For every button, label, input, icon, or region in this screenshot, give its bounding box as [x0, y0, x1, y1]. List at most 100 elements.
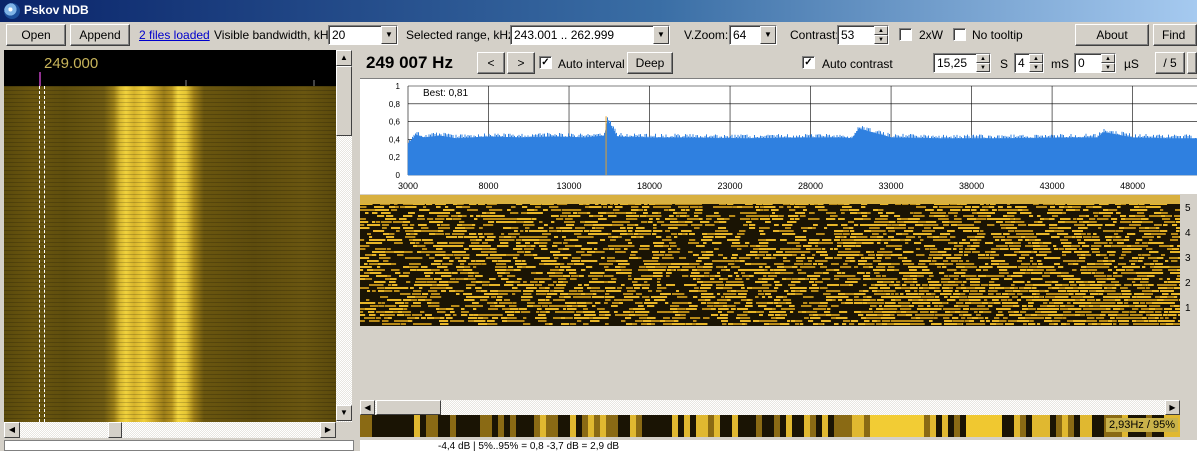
left-frequency-cursor[interactable] — [39, 86, 45, 422]
auto-contrast-checkbox[interactable]: ✓ — [802, 56, 815, 69]
waterfall-pixel — [1113, 314, 1118, 316]
spin-down-icon[interactable]: ▼ — [976, 63, 990, 72]
color-bar-stripe — [420, 415, 426, 437]
waterfall-pixel — [652, 257, 660, 259]
waterfall-pixel — [769, 278, 775, 280]
waterfall-pixel — [992, 320, 1000, 322]
color-bar-stripe — [642, 415, 648, 437]
waterfall-pixel — [376, 275, 388, 277]
waterfall-pixel — [626, 218, 638, 220]
waterfall-pixel — [587, 260, 598, 262]
waterfall-pixel — [977, 239, 982, 241]
waterfall-pixel — [451, 245, 460, 247]
spin-down-icon[interactable]: ▼ — [874, 35, 888, 44]
vzoom-select[interactable]: 64 ▼ — [729, 25, 777, 45]
spin-up-icon[interactable]: ▲ — [976, 54, 990, 63]
chevron-down-icon[interactable]: ▼ — [381, 26, 397, 44]
waterfall-pixel — [461, 233, 465, 235]
extra-button[interactable] — [1187, 52, 1197, 74]
waterfall-pixel — [1093, 320, 1097, 322]
seconds-spinner[interactable]: 15,25 ▲ ▼ — [933, 53, 991, 73]
next-button[interactable]: > — [507, 52, 535, 74]
files-loaded-link[interactable]: 2 files loaded — [139, 28, 210, 42]
waterfall-pixel — [416, 293, 422, 295]
waterfall-pixel — [1090, 239, 1101, 241]
spin-down-icon[interactable]: ▼ — [1101, 63, 1115, 72]
visible-bandwidth-select[interactable]: 20 ▼ — [328, 25, 398, 45]
append-button[interactable]: Append — [70, 24, 130, 46]
waterfall-pixel — [590, 230, 602, 232]
scroll-left-icon[interactable]: ◀ — [360, 400, 375, 415]
waterfall-pixel — [1164, 308, 1169, 310]
waterfall-pixel — [425, 299, 432, 301]
waterfall-pixel — [682, 233, 686, 235]
waterfall-pixel — [718, 227, 727, 229]
waterfall-pixel — [560, 263, 565, 265]
waterfall-pixel — [1138, 260, 1143, 262]
waterfall-pixel — [943, 290, 953, 292]
waterfall-pixel — [1049, 218, 1055, 220]
waterfall-pixel — [711, 308, 716, 310]
scroll-right-icon[interactable]: ▶ — [320, 422, 336, 438]
scroll-up-icon[interactable]: ▲ — [336, 50, 352, 66]
chevron-down-icon[interactable]: ▼ — [760, 26, 776, 44]
left-horizontal-scroll-thumb[interactable] — [108, 422, 122, 438]
selected-range-select[interactable]: 243.001 .. 262.999 ▼ — [510, 25, 670, 45]
ms-spinner[interactable]: 4 ▲ ▼ — [1014, 53, 1044, 73]
spin-up-icon[interactable]: ▲ — [1029, 54, 1043, 63]
waterfall-pixel — [718, 311, 722, 313]
prev-button[interactable]: < — [477, 52, 505, 74]
about-button[interactable]: About — [1075, 24, 1149, 46]
waterfall-pixel — [445, 233, 451, 235]
waterfall-pixel — [456, 293, 460, 295]
divide-by-5-button[interactable]: / 5 — [1155, 52, 1185, 74]
waterfall-pixel — [980, 287, 986, 289]
waterfall-pixel — [1137, 287, 1146, 289]
scroll-right-icon[interactable]: ▶ — [1165, 400, 1180, 415]
auto-interval-checkbox[interactable]: ✓ — [539, 56, 552, 69]
color-bar-stripe — [1002, 415, 1008, 437]
no-tooltip-checkbox[interactable] — [953, 28, 966, 41]
waterfall-pixel — [676, 215, 680, 217]
waterfall-pixel — [445, 206, 449, 208]
spin-down-icon[interactable]: ▼ — [1029, 63, 1043, 72]
spectrum-chart[interactable]: 10,80,60,40,203000 8000 13000 18000 23000 280… — [360, 79, 1197, 195]
right-horizontal-scrollbar[interactable] — [360, 400, 1180, 415]
best-label: Best: 0,81 — [423, 88, 468, 99]
waterfall-pixel — [618, 236, 622, 238]
waterfall-pixel — [385, 251, 396, 253]
chevron-down-icon[interactable]: ▼ — [653, 26, 669, 44]
waterfall-pixel — [360, 239, 365, 241]
waterfall-pixel — [661, 299, 666, 301]
deep-button[interactable]: Deep — [627, 52, 673, 74]
left-horizontal-scrollbar[interactable] — [4, 422, 336, 438]
left-waterfall[interactable] — [4, 86, 336, 422]
spin-up-icon[interactable]: ▲ — [874, 26, 888, 35]
waterfall-pixel — [943, 317, 950, 319]
waterfall-pixel — [715, 275, 721, 277]
find-known-button[interactable]: Find kn — [1153, 24, 1197, 46]
waterfall-pixel — [507, 320, 517, 322]
waterfall-pixel — [970, 308, 979, 310]
left-vertical-scroll-thumb[interactable] — [336, 66, 352, 136]
waterfall-pixel — [938, 251, 947, 253]
contrast-spinner[interactable]: 53 ▲ ▼ — [837, 25, 889, 45]
waterfall-pixel — [1080, 290, 1089, 292]
axis-tick: 1 — [1185, 303, 1191, 314]
us-spinner[interactable]: 0 ▲ ▼ — [1074, 53, 1116, 73]
scroll-left-icon[interactable]: ◀ — [4, 422, 20, 438]
scroll-down-icon[interactable]: ▼ — [336, 405, 352, 421]
open-button[interactable]: Open — [6, 24, 66, 46]
waterfall-pixel — [575, 215, 581, 217]
waterfall-pixel — [403, 272, 410, 274]
right-horizontal-scroll-thumb[interactable] — [376, 400, 441, 415]
waterfall-pixel — [391, 263, 397, 265]
waterfall-pixel — [966, 260, 970, 262]
waterfall-pixel — [619, 302, 623, 304]
twoxw-checkbox[interactable] — [899, 28, 912, 41]
waterfall-pixel — [1066, 251, 1072, 253]
right-waterfall[interactable] — [360, 195, 1189, 326]
spin-up-icon[interactable]: ▲ — [1101, 54, 1115, 63]
waterfall-pixel — [1148, 242, 1159, 244]
waterfall-pixel — [955, 290, 959, 292]
